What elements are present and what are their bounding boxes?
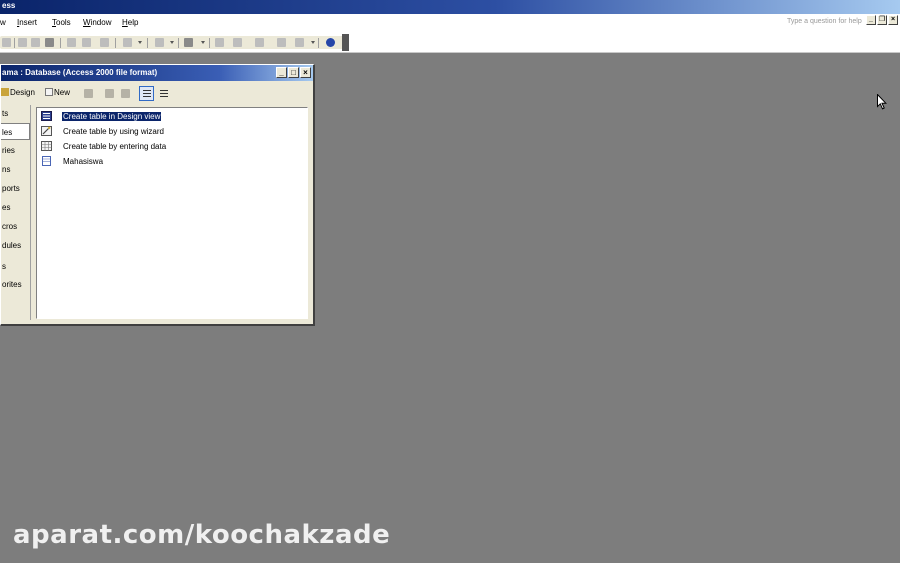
mdi-window-controls: _ ❐ × (866, 15, 898, 25)
small-icons-icon[interactable] (121, 89, 130, 98)
properties-icon[interactable] (255, 38, 264, 47)
copy-icon[interactable] (82, 38, 91, 47)
toolbar-separator (115, 38, 116, 48)
object-item-objects[interactable]: ts (1, 105, 30, 122)
toolbar-separator (178, 38, 179, 48)
delete-icon[interactable] (84, 89, 93, 98)
object-item-favorites[interactable]: orites (1, 276, 30, 293)
toolbar-separator (318, 38, 319, 48)
mdi-minimize-button[interactable]: _ (866, 15, 876, 25)
database-window: ama : Database (Access 2000 file format)… (0, 64, 315, 326)
paste-icon[interactable] (100, 38, 109, 47)
wizard-icon (41, 126, 52, 136)
new-object-icon[interactable] (295, 38, 304, 47)
undo-dropdown-icon[interactable] (138, 41, 142, 44)
mdi-close-button[interactable]: × (888, 15, 898, 25)
design-icon (1, 88, 9, 96)
list-item[interactable]: Create table by using wizard (41, 125, 165, 137)
new-icon (45, 88, 53, 96)
object-item-modules[interactable]: dules (1, 237, 30, 254)
mdi-restore-button[interactable]: ❐ (877, 15, 887, 25)
new-button[interactable]: New (45, 88, 70, 97)
menu-bar: w Insert Tools Window Help Type a questi… (0, 14, 900, 32)
object-item-macros[interactable]: cros (1, 218, 30, 235)
analyze-icon[interactable] (184, 38, 193, 47)
relationships-icon[interactable] (277, 38, 286, 47)
object-item-reports[interactable]: ports (1, 180, 30, 197)
datasheet-icon (41, 141, 52, 151)
toolbar-options-grip[interactable] (342, 34, 349, 51)
database-window-title-bar[interactable]: ama : Database (Access 2000 file format)… (1, 65, 313, 81)
design-label: Design (10, 88, 35, 97)
object-item-queries[interactable]: ries (1, 142, 30, 159)
standard-toolbar (0, 32, 900, 53)
db-close-button[interactable]: × (300, 67, 311, 78)
db-minimize-button[interactable]: _ (276, 67, 287, 78)
object-item-groups[interactable]: s (1, 258, 30, 275)
new-object-dropdown-icon[interactable] (311, 41, 315, 44)
help-icon[interactable] (326, 38, 335, 47)
list-view-button[interactable] (139, 86, 154, 101)
office-links-dropdown-icon[interactable] (170, 41, 174, 44)
script-icon[interactable] (233, 38, 242, 47)
list-item[interactable]: Create table by entering data (41, 140, 167, 152)
toolbar-separator (14, 38, 15, 48)
list-item[interactable]: Mahasiswa (41, 155, 104, 167)
menu-window[interactable]: Window (83, 18, 111, 27)
object-item-pages[interactable]: es (1, 199, 30, 216)
code-icon[interactable] (215, 38, 224, 47)
office-links-icon[interactable] (155, 38, 164, 47)
new-label: New (54, 88, 71, 97)
menu-view[interactable]: w (0, 18, 6, 27)
details-view-icon (160, 90, 168, 98)
undo-icon[interactable] (123, 38, 132, 47)
toolbar-separator (147, 38, 148, 48)
cut-icon[interactable] (67, 38, 76, 47)
list-item[interactable]: Create table in Design view (41, 110, 163, 122)
database-toolbar: Design New (1, 83, 313, 103)
table-icon (41, 156, 52, 166)
print-icon[interactable] (18, 38, 27, 47)
db-maximize-button[interactable]: □ (288, 67, 299, 78)
object-item-tables[interactable]: les (1, 123, 30, 140)
menu-insert[interactable]: Insert (17, 18, 37, 27)
toolbar-separator (209, 38, 210, 48)
design-button[interactable]: Design (1, 88, 35, 97)
large-icons-icon[interactable] (105, 89, 114, 98)
list-view-icon (143, 90, 151, 98)
details-view-button[interactable] (156, 86, 171, 101)
design-view-icon (41, 111, 52, 121)
new-file-icon[interactable] (2, 38, 11, 47)
database-window-controls: _ □ × (275, 67, 311, 78)
toolbar-separator (60, 38, 61, 48)
spelling-icon[interactable] (45, 38, 54, 47)
objects-bar: ts les ries ns ports es cros dules s ori… (1, 105, 31, 320)
analyze-dropdown-icon[interactable] (201, 41, 205, 44)
watermark-text: aparat.com/koochakzade (13, 520, 391, 550)
app-title: ess (2, 1, 16, 10)
app-title-bar: ess (0, 0, 900, 14)
menu-help[interactable]: Help (122, 18, 138, 27)
tables-list: Create table in Design view Create table… (36, 107, 308, 319)
object-item-forms[interactable]: ns (1, 161, 30, 178)
print-preview-icon[interactable] (31, 38, 40, 47)
menu-tools[interactable]: Tools (52, 18, 71, 27)
database-window-title: ama : Database (Access 2000 file format) (2, 68, 158, 77)
